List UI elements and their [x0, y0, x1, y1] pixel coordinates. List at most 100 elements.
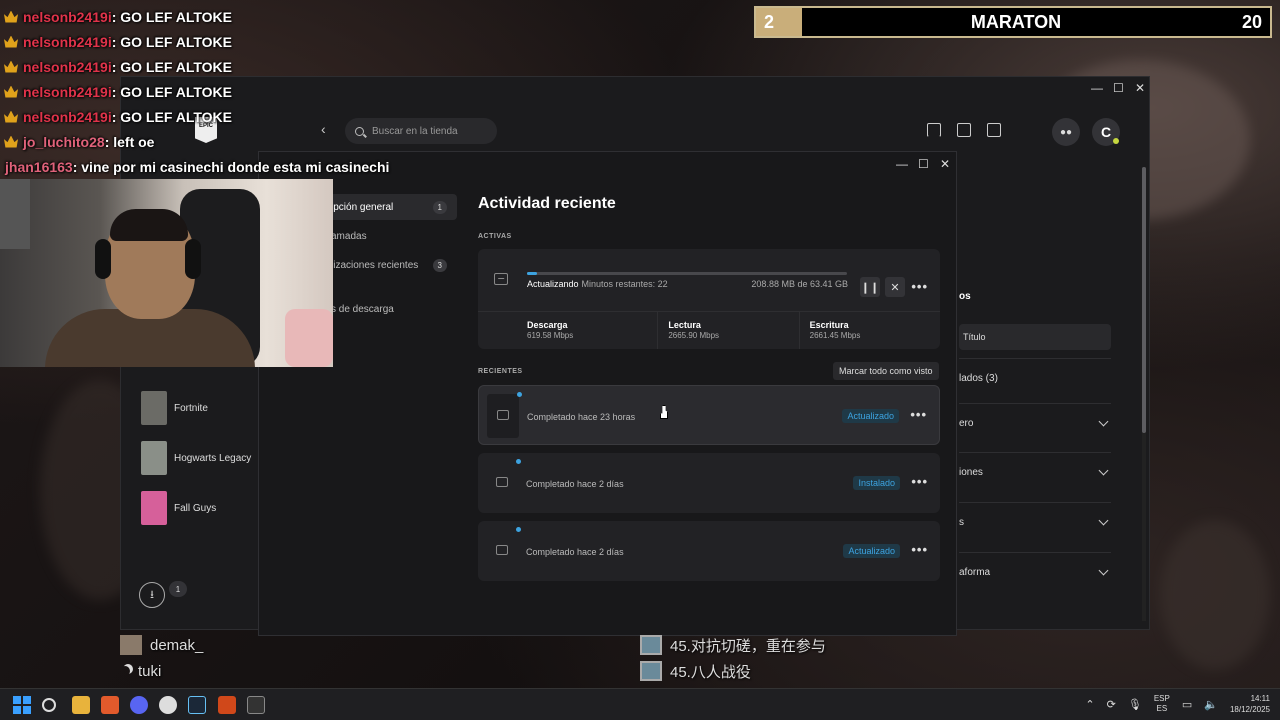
crown-icon	[4, 86, 18, 98]
filter-item[interactable]: ero	[959, 403, 1111, 443]
chevron-up-icon[interactable]: ⌃	[1085, 698, 1094, 711]
stat-read: Lectura 2665.90 Mbps	[658, 312, 800, 349]
avatar-letter: C	[1100, 124, 1112, 140]
recent-download-card[interactable]: Completado hace 2 días Actualizado •••	[478, 521, 940, 581]
filter-item[interactable]: lados (3)	[959, 358, 1111, 398]
nav-label: ipción general	[331, 201, 394, 213]
close-icon: ✕	[890, 281, 900, 294]
overlay-text-row: 45.对抗切磋，重在参与	[640, 632, 826, 658]
stat-label: Lectura	[668, 320, 701, 330]
avatar[interactable]: C	[1092, 118, 1120, 146]
chat-username: nelsonb2419i	[23, 58, 112, 75]
minimize-icon[interactable]: —	[1091, 81, 1103, 95]
game-name: Fortnite	[174, 402, 208, 414]
gift-icon[interactable]	[957, 123, 971, 137]
system-tray: ⌃ ⟳ 🎙 ESP ES ▭ 🔈 14:11 18/12/2025	[1085, 693, 1270, 715]
active-download-card: Actualizando Minutos restantes: 22 208.88…	[478, 249, 940, 349]
stream-chat: nelsonb2419i: GO LEF ALTOKE nelsonb2419i…	[0, 4, 420, 179]
windows-start-icon[interactable]	[13, 696, 31, 714]
obs-icon[interactable]	[159, 696, 177, 714]
completed-text: Completado hace 2 días	[526, 547, 624, 557]
sort-dropdown[interactable]: Título	[959, 324, 1111, 350]
stat-write: Escritura 2661.45 Mbps	[800, 312, 940, 349]
webcam-object	[285, 309, 333, 367]
background-stain	[1160, 520, 1270, 670]
steam-icon[interactable]	[188, 696, 206, 714]
more-options-button[interactable]: •••	[911, 474, 928, 489]
maximize-icon[interactable]: ☐	[1113, 81, 1124, 95]
discord-icon[interactable]	[130, 696, 148, 714]
more-options-button[interactable]: •••	[910, 407, 927, 422]
downloads-count-badge: 1	[169, 581, 187, 597]
clock-date: 18/12/2025	[1229, 705, 1270, 714]
nav-label: lizaciones recientes	[331, 259, 419, 271]
nav-item-scheduled[interactable]: amadas	[321, 223, 457, 249]
launcher-window-controls: — ☐ ✕	[1091, 81, 1145, 95]
chat-line: nelsonb2419i: GO LEF ALTOKE	[0, 29, 420, 54]
stat-value: 619.58 Mbps	[527, 331, 574, 340]
sidebar-game-hogwarts[interactable]: Hogwarts Legacy	[141, 433, 251, 483]
top-icons	[927, 123, 1001, 137]
close-icon[interactable]: ✕	[1135, 81, 1145, 95]
network-icon[interactable]: ▭	[1182, 698, 1192, 711]
filter-label: aforma	[959, 567, 991, 578]
scrollbar-thumb[interactable]	[1142, 167, 1146, 433]
game-thumbnail	[141, 491, 167, 525]
microphone-icon[interactable]: 🎙	[1128, 698, 1142, 711]
page-title: Actividad reciente	[478, 195, 616, 212]
status-text: Actualizando	[527, 279, 579, 289]
crown-icon	[4, 11, 18, 23]
recent-download-card[interactable]: Completado hace 23 horas Actualizado •••	[478, 385, 940, 445]
nav-item-download-settings[interactable]: s de descarga	[321, 296, 457, 322]
filter-item[interactable]: s	[959, 502, 1111, 542]
image-placeholder-icon	[497, 410, 509, 420]
windows-taskbar: ⌃ ⟳ 🎙 ESP ES ▭ 🔈 14:11 18/12/2025	[0, 688, 1280, 720]
recent-download-card[interactable]: Completado hace 2 días Instalado •••	[478, 453, 940, 513]
more-options-button[interactable]: •••	[911, 279, 928, 294]
stat-label: Escritura	[809, 320, 849, 330]
brave-browser-icon[interactable]	[101, 696, 119, 714]
friends-icon: ●●	[1059, 126, 1073, 138]
sidebar-game-fortnite[interactable]: Fortnite	[141, 383, 251, 433]
downloads-nav: ipción general 1 amadas lizaciones recie…	[321, 194, 457, 325]
download-status: Actualizando Minutos restantes: 22	[527, 279, 668, 289]
nav-item-recent-updates[interactable]: lizaciones recientes 3	[321, 252, 457, 278]
sync-icon[interactable]: ⟳	[1107, 698, 1116, 711]
wishlist-icon[interactable]	[927, 123, 941, 137]
clock[interactable]: 14:11 18/12/2025	[1230, 693, 1270, 715]
mark-all-seen-button[interactable]: Marcar todo como visto	[833, 362, 939, 380]
chat-username: jhan16163	[5, 158, 73, 175]
language-indicator[interactable]: ESP ES	[1154, 694, 1170, 714]
sidebar-game-fall-guys[interactable]: Fall Guys	[141, 483, 251, 533]
crown-icon	[4, 136, 18, 148]
online-status-dot	[1113, 138, 1119, 144]
volume-icon[interactable]: 🔈	[1204, 698, 1218, 711]
downloads-button[interactable]: ⭳	[139, 582, 165, 608]
downloads-dialog: — ☐ ✕ ipción general 1 amadas lizaciones…	[258, 151, 957, 636]
headset-icon	[95, 239, 111, 279]
overlay-name: tuki	[138, 662, 162, 680]
epic-games-taskbar-icon[interactable]	[247, 696, 265, 714]
cancel-button[interactable]: ✕	[885, 277, 905, 297]
more-options-button[interactable]: •••	[911, 542, 928, 557]
monitor-icon	[640, 635, 662, 655]
filter-item[interactable]: aforma	[959, 552, 1111, 592]
chat-username: nelsonb2419i	[23, 33, 112, 50]
cart-icon[interactable]	[987, 123, 1001, 137]
friends-button[interactable]: ●●	[1052, 118, 1080, 146]
close-icon[interactable]: ✕	[940, 157, 950, 171]
pause-button[interactable]: ❙❙	[860, 277, 880, 297]
chat-line: jhan16163: vine por mi casinechi donde e…	[0, 154, 420, 179]
headset-icon	[185, 239, 201, 279]
maximize-icon[interactable]: ☐	[918, 157, 929, 171]
nav-item-overview[interactable]: ipción general 1	[321, 194, 457, 220]
recent-section-label: RECIENTES	[478, 368, 523, 375]
filter-item[interactable]: iones	[959, 452, 1111, 492]
search-icon[interactable]	[42, 698, 56, 712]
game-app-icon[interactable]	[218, 696, 236, 714]
crown-icon	[4, 61, 18, 73]
nav-label: s de descarga	[331, 303, 394, 315]
file-explorer-icon[interactable]	[72, 696, 90, 714]
minimize-icon[interactable]: —	[896, 157, 908, 171]
library-sidebar: Fortnite Hogwarts Legacy Fall Guys	[141, 383, 251, 533]
